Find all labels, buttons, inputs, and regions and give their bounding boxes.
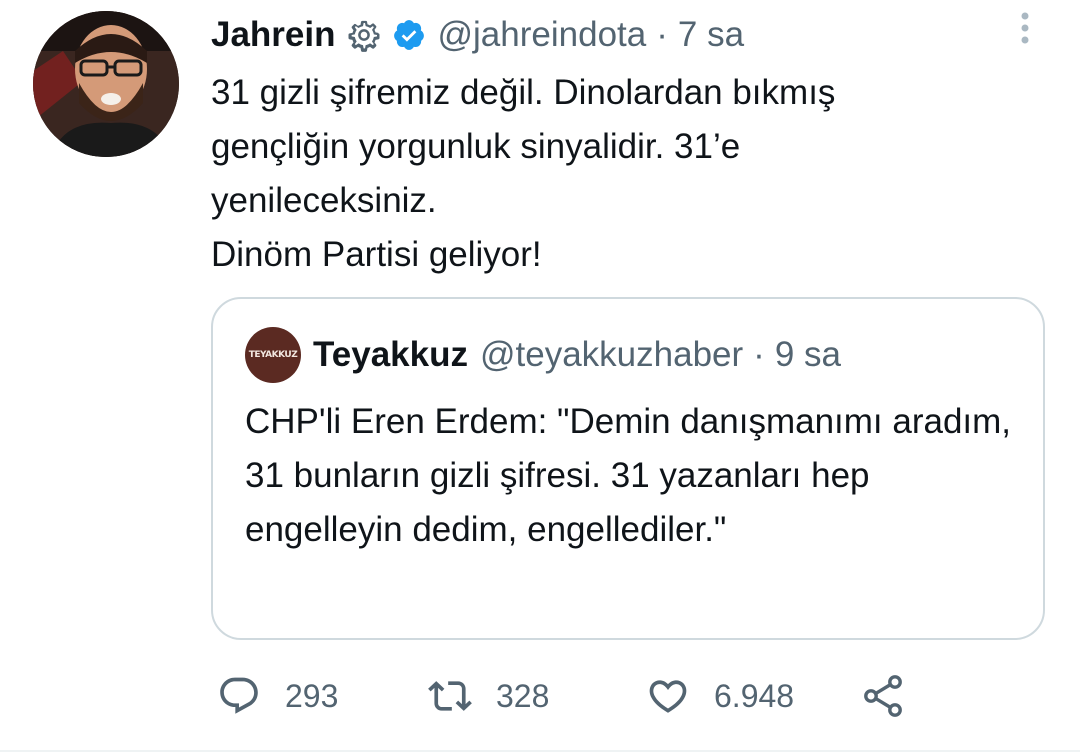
quote-avatar[interactable]: TEYAKKUZ	[245, 327, 301, 383]
more-options-icon[interactable]	[1012, 10, 1038, 50]
reply-button[interactable]: 293	[215, 668, 338, 724]
verified-icon	[392, 18, 426, 52]
like-button[interactable]: 6.948	[644, 668, 794, 724]
like-count: 6.948	[714, 677, 795, 714]
retweet-count: 328	[496, 677, 550, 714]
timestamp[interactable]: 7 sa	[678, 15, 744, 55]
quote-header: Teyakkuz @teyakkuzhaber · 9 sa	[313, 330, 841, 380]
divider	[0, 750, 1080, 752]
tweet-header: Jahrein @jahreindota · 7 sa	[211, 10, 744, 60]
reply-count: 293	[285, 677, 339, 714]
share-icon	[859, 672, 907, 720]
retweet-icon	[426, 672, 474, 720]
quote-separator: ·	[753, 335, 765, 374]
quote-avatar-logo: TEYAKKUZ	[248, 350, 298, 360]
reply-icon	[215, 672, 263, 720]
gear-icon	[344, 15, 384, 55]
quote-handle[interactable]: @teyakkuzhaber	[480, 335, 743, 375]
quote-timestamp[interactable]: 9 sa	[775, 335, 841, 375]
display-name[interactable]: Jahrein	[211, 15, 336, 55]
heart-icon	[644, 672, 692, 720]
tweet-text: 31 gizli şifremiz değil. Dinolardan bıkm…	[211, 73, 836, 274]
handle[interactable]: @jahreindota	[438, 15, 647, 55]
quote-text: CHP'li Eren Erdem: "Demin danışmanımı ar…	[245, 402, 1012, 549]
tweet[interactable]: Jahrein @jahreindota · 7 sa 31 gizli şif…	[0, 0, 1080, 756]
share-button[interactable]	[859, 668, 907, 724]
avatar[interactable]	[33, 11, 179, 157]
separator: ·	[656, 15, 668, 54]
action-bar: 293 328 6.948	[211, 668, 1071, 724]
quoted-tweet[interactable]: TEYAKKUZ Teyakkuz @teyakkuzhaber · 9 sa …	[211, 297, 1045, 640]
retweet-button[interactable]: 328	[426, 668, 549, 724]
quote-display-name[interactable]: Teyakkuz	[313, 335, 468, 375]
